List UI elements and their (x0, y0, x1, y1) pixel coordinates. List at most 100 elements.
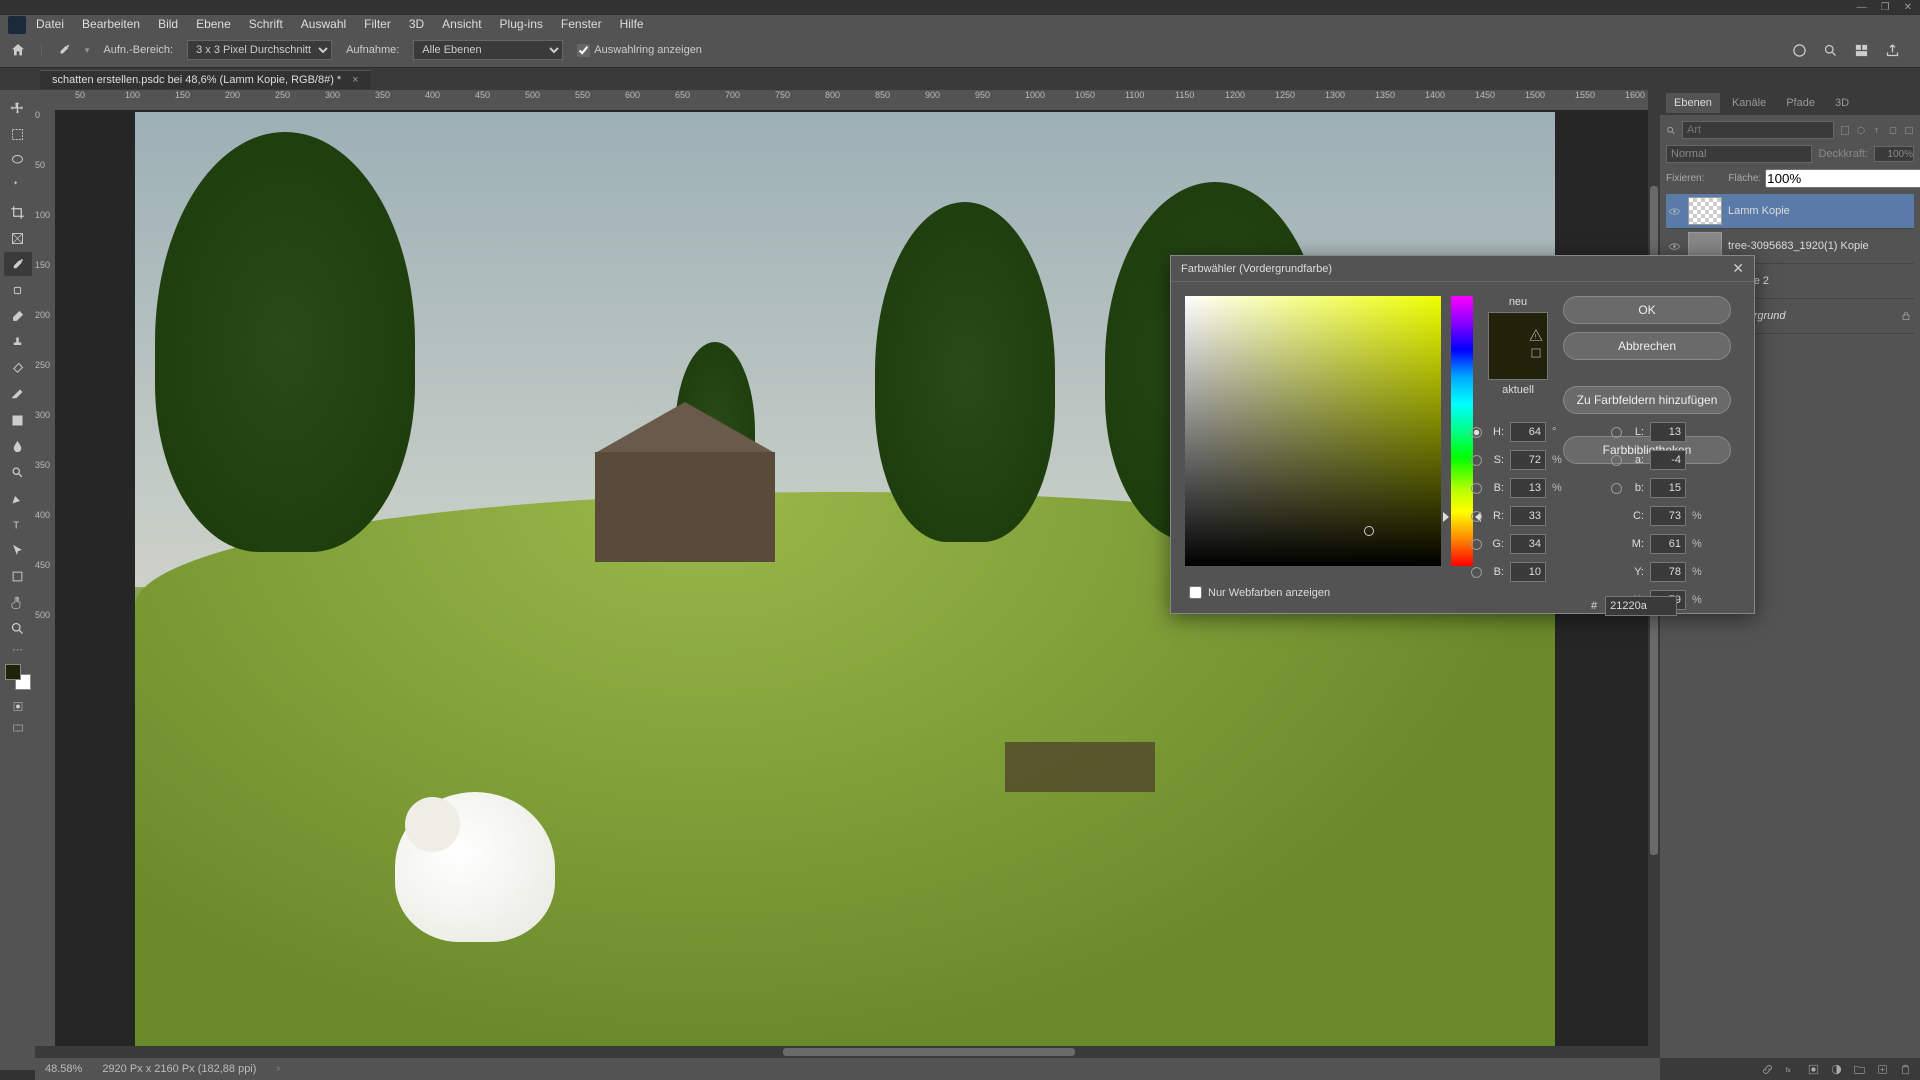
workspace-icon[interactable] (1854, 43, 1869, 58)
zoom-tool[interactable] (4, 616, 32, 640)
visibility-icon[interactable] (1668, 205, 1682, 218)
share-icon[interactable] (1885, 43, 1900, 58)
dialog-titlebar[interactable]: Farbwähler (Vordergrundfarbe) ✕ (1171, 256, 1754, 282)
search-icon[interactable] (1823, 43, 1838, 58)
menu-bild[interactable]: Bild (158, 17, 178, 31)
edit-toolbar-icon[interactable]: ⋯ (4, 642, 32, 656)
visibility-icon[interactable] (1668, 240, 1682, 253)
input-l[interactable] (1650, 422, 1686, 442)
foreground-color-swatch[interactable] (5, 664, 21, 680)
wand-tool[interactable] (4, 174, 32, 198)
shape-tool[interactable] (4, 564, 32, 588)
saturation-value-field[interactable] (1185, 296, 1441, 566)
opacity-input[interactable] (1874, 146, 1914, 162)
input-bb[interactable] (1510, 562, 1546, 582)
gamut-warning-icon[interactable]: ! (1529, 328, 1543, 342)
layer-filter-input[interactable] (1682, 121, 1834, 139)
fx-icon[interactable]: fx (1784, 1063, 1797, 1076)
input-h[interactable] (1510, 422, 1546, 442)
tool-preset-chevron-icon[interactable]: ▾ (85, 45, 90, 56)
layer-thumbnail[interactable] (1688, 197, 1722, 225)
dialog-close-icon[interactable]: ✕ (1732, 260, 1744, 277)
status-chevron-icon[interactable]: › (276, 1063, 280, 1075)
menu-fenster[interactable]: Fenster (561, 17, 602, 31)
canvas-horizontal-scrollbar[interactable] (35, 1046, 1660, 1058)
path-select-tool[interactable] (4, 538, 32, 562)
filter-image-icon[interactable] (1840, 124, 1850, 137)
heal-tool[interactable] (4, 278, 32, 302)
input-s[interactable] (1510, 450, 1546, 470)
frame-tool[interactable] (4, 226, 32, 250)
menu-datei[interactable]: Datei (36, 17, 64, 31)
input-g[interactable] (1510, 534, 1546, 554)
mask-icon[interactable] (1807, 1063, 1820, 1076)
input-hex[interactable] (1605, 596, 1677, 616)
layer-name[interactable]: Lamm Kopie (1728, 205, 1912, 217)
history-brush-tool[interactable] (4, 356, 32, 380)
menu-bearbeiten[interactable]: Bearbeiten (82, 17, 140, 31)
menu-schrift[interactable]: Schrift (249, 17, 283, 31)
menu-auswahl[interactable]: Auswahl (301, 17, 346, 31)
eyedropper-tool[interactable] (4, 252, 32, 276)
radio-g[interactable] (1471, 539, 1482, 550)
tab-pfade[interactable]: Pfade (1778, 93, 1823, 113)
hue-slider[interactable] (1451, 296, 1473, 566)
menu-ebene[interactable]: Ebene (196, 17, 231, 31)
lasso-tool[interactable] (4, 148, 32, 172)
hand-tool[interactable] (4, 590, 32, 614)
doc-size[interactable]: 2920 Px x 2160 Px (182,88 ppi) (102, 1063, 256, 1075)
filter-smart-icon[interactable] (1904, 124, 1914, 137)
eraser-tool[interactable] (4, 382, 32, 406)
menu-hilfe[interactable]: Hilfe (620, 17, 644, 31)
brush-tool[interactable] (4, 304, 32, 328)
input-m[interactable] (1650, 534, 1686, 554)
radio-s[interactable] (1471, 455, 1482, 466)
menu-plugins[interactable]: Plug-ins (500, 17, 543, 31)
tab-close-icon[interactable]: × (352, 74, 358, 86)
new-layer-icon[interactable] (1876, 1063, 1889, 1076)
input-blab[interactable] (1650, 478, 1686, 498)
eyedropper-icon[interactable] (57, 43, 71, 57)
radio-bb[interactable] (1471, 567, 1482, 578)
add-swatch-button[interactable]: Zu Farbfeldern hinzufügen (1563, 386, 1731, 414)
home-icon[interactable] (10, 42, 26, 58)
sample-size-select[interactable]: 3 x 3 Pixel Durchschnitt (187, 40, 332, 60)
document-tab[interactable]: schatten erstellen.psdc bei 48,6% (Lamm … (40, 70, 371, 89)
input-a[interactable] (1650, 450, 1686, 470)
minimize-button[interactable]: — (1857, 2, 1867, 13)
radio-bv[interactable] (1471, 483, 1482, 494)
screenmode-icon[interactable] (12, 722, 24, 734)
stamp-tool[interactable] (4, 330, 32, 354)
filter-shape-icon[interactable] (1888, 124, 1898, 137)
cloud-docs-icon[interactable] (1792, 43, 1807, 58)
tab-3d[interactable]: 3D (1827, 93, 1857, 113)
layer-row[interactable]: Lamm Kopie (1666, 194, 1914, 229)
show-ring-checkbox[interactable]: Auswahlring anzeigen (577, 44, 702, 57)
radio-l[interactable] (1611, 427, 1622, 438)
websafe-icon[interactable] (1529, 346, 1543, 360)
cancel-button[interactable]: Abbrechen (1563, 332, 1731, 360)
menu-filter[interactable]: Filter (364, 17, 391, 31)
crop-tool[interactable] (4, 200, 32, 224)
radio-a[interactable] (1611, 455, 1622, 466)
input-r[interactable] (1510, 506, 1546, 526)
menu-ansicht[interactable]: Ansicht (442, 17, 481, 31)
link-layers-icon[interactable] (1761, 1063, 1774, 1076)
zoom-level[interactable]: 48.58% (45, 1063, 82, 1075)
radio-r[interactable] (1471, 511, 1482, 522)
color-swatches[interactable] (5, 664, 31, 690)
fill-input[interactable] (1765, 169, 1920, 188)
quickmask-icon[interactable] (12, 700, 24, 712)
blend-mode-select[interactable]: Normal (1666, 145, 1812, 163)
pen-tool[interactable] (4, 486, 32, 510)
input-c[interactable] (1650, 506, 1686, 526)
group-icon[interactable] (1853, 1063, 1866, 1076)
radio-h[interactable] (1471, 427, 1482, 438)
dodge-tool[interactable] (4, 460, 32, 484)
gradient-tool[interactable] (4, 408, 32, 432)
blur-tool[interactable] (4, 434, 32, 458)
close-button[interactable]: ✕ (1904, 2, 1912, 13)
layer-name[interactable]: tree-3095683_1920(1) Kopie (1728, 240, 1912, 252)
layer-name[interactable]: Ebene 2 (1728, 275, 1912, 287)
menu-3d[interactable]: 3D (409, 17, 424, 31)
